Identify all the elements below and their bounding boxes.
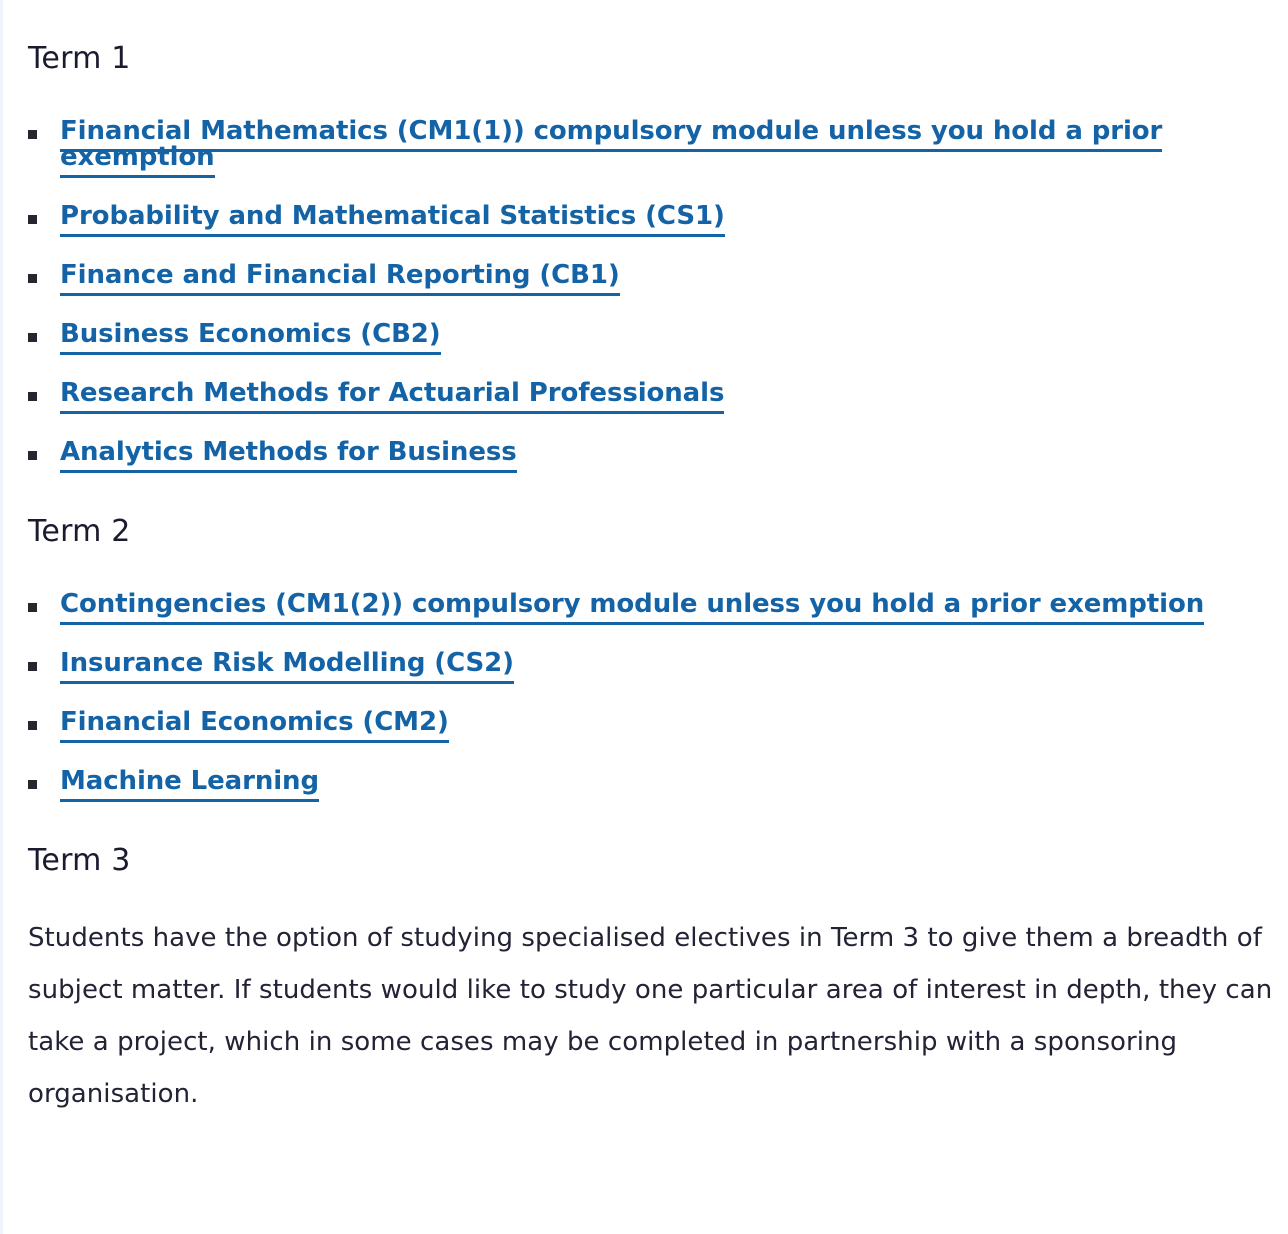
square-bullet-icon: [28, 662, 37, 671]
term-3-description: Students have the option of studying spe…: [28, 923, 1273, 1109]
module-link-financial-economics[interactable]: Financial Economics (CM2): [60, 707, 449, 743]
module-link-research-methods-for-actuarial-professionals[interactable]: Research Methods for Actuarial Professio…: [60, 378, 724, 414]
term-2-heading: Term 2: [28, 514, 131, 549]
module-link-financial-mathematics[interactable]: Financial Mathematics (CM1(1)) compulsor…: [60, 116, 1162, 178]
module-link-probability-and-mathematical-statistics[interactable]: Probability and Mathematical Statistics …: [60, 201, 725, 237]
term-2-module-list: Contingencies (CM1(2)) compulsory module…: [28, 589, 1276, 802]
term-1-module-list: Financial Mathematics (CM1(1)) compulsor…: [28, 116, 1276, 473]
list-item: Financial Mathematics (CM1(1)) compulsor…: [28, 116, 1276, 178]
list-item: Business Economics (CB2): [28, 319, 1276, 355]
square-bullet-icon: [28, 392, 37, 401]
term-1-heading: Term 1: [28, 41, 131, 76]
module-link-finance-and-financial-reporting[interactable]: Finance and Financial Reporting (CB1): [60, 260, 620, 296]
page-left-edge: [0, 0, 3, 1234]
list-item: Research Methods for Actuarial Professio…: [28, 378, 1276, 414]
square-bullet-icon: [28, 215, 37, 224]
term-3-heading: Term 3: [28, 843, 131, 878]
list-item: Insurance Risk Modelling (CS2): [28, 648, 1276, 684]
module-link-insurance-risk-modelling[interactable]: Insurance Risk Modelling (CS2): [60, 648, 514, 684]
list-item: Machine Learning: [28, 766, 1276, 802]
course-structure-page: Term 1 Financial Mathematics (CM1(1)) co…: [0, 0, 1288, 1234]
square-bullet-icon: [28, 451, 37, 460]
module-link-analytics-methods-for-business[interactable]: Analytics Methods for Business: [60, 437, 517, 473]
square-bullet-icon: [28, 274, 37, 283]
list-item: Probability and Mathematical Statistics …: [28, 201, 1276, 237]
square-bullet-icon: [28, 130, 37, 139]
list-item: Contingencies (CM1(2)) compulsory module…: [28, 589, 1276, 625]
square-bullet-icon: [28, 780, 37, 789]
list-item: Finance and Financial Reporting (CB1): [28, 260, 1276, 296]
square-bullet-icon: [28, 333, 37, 342]
list-item: Analytics Methods for Business: [28, 437, 1276, 473]
square-bullet-icon: [28, 721, 37, 730]
square-bullet-icon: [28, 603, 37, 612]
module-link-contingencies[interactable]: Contingencies (CM1(2)) compulsory module…: [60, 589, 1204, 625]
module-link-machine-learning[interactable]: Machine Learning: [60, 766, 319, 802]
content-column: Term 1 Financial Mathematics (CM1(1)) co…: [28, 0, 1276, 1120]
module-link-business-economics[interactable]: Business Economics (CB2): [60, 319, 441, 355]
list-item: Financial Economics (CM2): [28, 707, 1276, 743]
